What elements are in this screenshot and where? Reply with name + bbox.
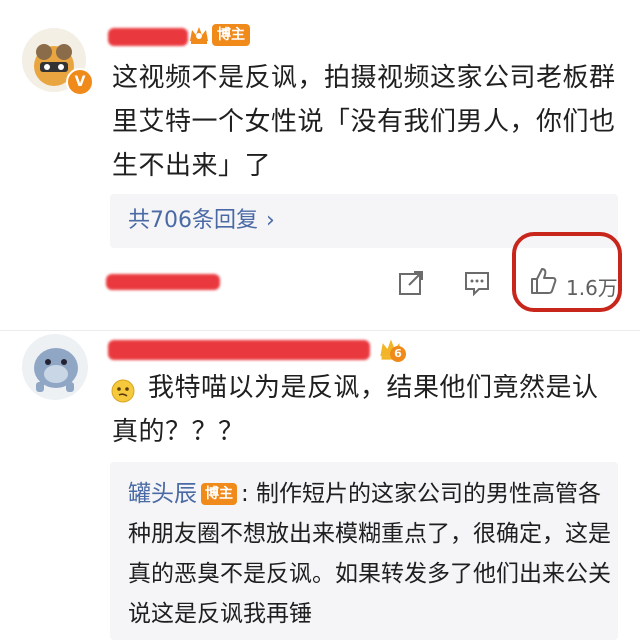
reply-count-link[interactable]: 共706条回复 › [128,194,275,248]
reply-count-label[interactable]: 共706条回复 [128,208,258,233]
highlight-circle [512,232,622,312]
level-badge: 6 [390,346,406,362]
reply-author-link[interactable]: 罐头辰 [128,481,197,507]
verified-badge: V [66,68,94,96]
crown-icon [190,27,208,44]
comment-text: 这视频不是反讽，拍摄视频这家公司老板群里艾特一个女性说「没有我们男人，你们也生不… [112,63,616,181]
username-redacted[interactable] [108,340,370,360]
blogger-tag: 博主 [201,483,237,505]
blogger-badge: 博主 [188,24,250,46]
reply-quote: 罐头辰 博主: 制作短片的这家公司的男性高管各种朋友圈不想放出来模糊重点了，很确定… [128,474,612,640]
comment-icon[interactable] [462,268,492,298]
username-redacted[interactable] [108,28,188,46]
timestamp-redacted [106,274,220,290]
avatar[interactable] [22,334,88,400]
comment-divider [0,330,640,331]
share-icon[interactable] [396,268,426,298]
chevron-right-icon: › [266,208,275,233]
reply-quote-text: : 制作短片的这家公司的男性高管各种朋友圈不想放出来模糊重点了，很确定，这是真的… [128,481,611,627]
comment-text: 我特喵以为是反讽，结果他们竟然是认真的？？？ [112,373,599,447]
blogger-tag: 博主 [212,24,250,46]
